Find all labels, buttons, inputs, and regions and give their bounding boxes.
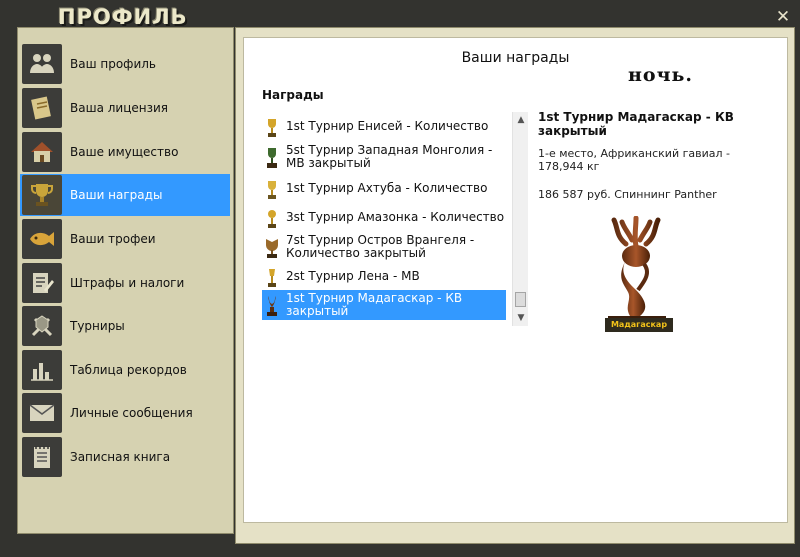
sidebar-item-label: Ваша лицензия <box>70 101 168 115</box>
chart-icon <box>22 350 62 390</box>
sidebar-item-license[interactable]: Ваша лицензия <box>20 87 230 129</box>
fish-trophy-icon <box>22 219 62 259</box>
award-text: 7st Турнир Остров Врангеля - Количество … <box>286 233 475 260</box>
gold-trophy-icon <box>264 114 280 138</box>
time-of-day-label: ночь. <box>628 64 693 86</box>
award-detail-prize: 186 587 руб. Спиннинг Panther <box>538 188 717 201</box>
profile-window: ПРОФИЛЬ ✕ Ваш профиль Ваша лицензия Ваше… <box>0 0 800 557</box>
award-image-caption: Мадагаскар <box>605 318 673 332</box>
green-trophy-icon <box>264 145 280 169</box>
award-detail: 1st Турнир Мадагаскар - КВ закрытый 1-е … <box>538 110 778 201</box>
sidebar-item-label: Ваш профиль <box>70 57 156 71</box>
license-icon <box>22 88 62 128</box>
award-text: 3st Турнир Амазонка - Количество <box>286 209 505 224</box>
award-text: 1st Турнир Енисей - Количество <box>286 118 489 133</box>
close-icon[interactable]: ✕ <box>775 9 791 26</box>
awards-panel: Ваши награды ночь. Награды 1st Турнир Ен… <box>243 37 788 523</box>
scroll-up-icon[interactable]: ▲ <box>513 112 529 128</box>
awards-list[interactable]: 1st Турнир Енисей - Количество 5st Турни… <box>262 112 524 326</box>
gold-trophy-icon <box>264 176 280 200</box>
sidebar-item-awards[interactable]: Ваши награды <box>20 174 230 216</box>
list-item[interactable]: 1st Турнир Ахтуба - Количество <box>262 176 506 200</box>
fines-icon <box>22 263 62 303</box>
sidebar-item-label: Ваши награды <box>70 188 163 202</box>
panel-title: Ваши награды <box>461 50 570 66</box>
awards-section-label: Награды <box>262 88 324 102</box>
gold-trophy-icon <box>264 264 280 288</box>
sidebar-item-records[interactable]: Таблица рекордов <box>20 349 230 391</box>
sidebar-item-fines[interactable]: Штрафы и налоги <box>20 262 230 304</box>
list-item-selected[interactable]: 1st Турнир Мадагаскар - КВ закрытый <box>262 290 506 320</box>
award-text: 5st Турнир Западная Монголия - МВ закрыт… <box>286 143 493 170</box>
awards-list-scrollbar[interactable]: ▲ ▼ <box>512 112 528 326</box>
award-detail-result: 1-е место, Африканский гавиал - 178,944 … <box>538 147 730 173</box>
house-icon <box>22 132 62 172</box>
award-detail-title: 1st Турнир Мадагаскар - КВ закрытый <box>538 110 734 138</box>
award-text: 1st Турнир Мадагаскар - КВ закрытый <box>286 291 463 318</box>
list-item[interactable]: 5st Турнир Западная Монголия - МВ закрыт… <box>262 142 506 172</box>
sidebar-item-tournaments[interactable]: Турниры <box>20 305 230 347</box>
sidebar-item-profile[interactable]: Ваш профиль <box>20 43 230 85</box>
award-text: 1st Турнир Ахтуба - Количество <box>286 180 488 195</box>
list-item[interactable]: 3st Турнир Амазонка - Количество <box>262 205 506 229</box>
list-item[interactable]: 7st Турнир Остров Врангеля - Количество … <box>262 232 506 262</box>
tournament-icon <box>22 306 62 346</box>
trophy-icon <box>22 175 62 215</box>
scroll-thumb[interactable] <box>515 292 526 307</box>
notebook-icon <box>22 437 62 477</box>
sidebar-item-notebook[interactable]: Записная книга <box>20 436 230 478</box>
sidebar-item-label: Записная книга <box>70 450 171 464</box>
sidebar-item-property[interactable]: Ваше имущество <box>20 131 230 173</box>
sidebar-item-trophies[interactable]: Ваши трофеи <box>20 218 230 260</box>
list-item[interactable]: 2st Турнир Лена - МВ <box>262 264 506 288</box>
sidebar-item-label: Ваши трофеи <box>70 232 156 246</box>
bronze-trophy-icon <box>264 235 280 259</box>
sidebar-item-label: Личные сообщения <box>70 406 193 420</box>
users-icon <box>22 44 62 84</box>
list-item[interactable]: 1st Турнир Енисей - Количество <box>262 114 506 138</box>
envelope-icon <box>22 393 62 433</box>
scroll-down-icon[interactable]: ▼ <box>513 310 529 326</box>
gold-trophy-icon <box>264 205 280 229</box>
sidebar: Ваш профиль Ваша лицензия Ваше имущество… <box>17 27 234 534</box>
sidebar-item-label: Ваше имущество <box>70 145 179 159</box>
sidebar-item-messages[interactable]: Личные сообщения <box>20 392 230 434</box>
wood-trophy-icon <box>264 293 280 317</box>
sidebar-item-label: Таблица рекордов <box>70 363 187 377</box>
sidebar-item-label: Турниры <box>70 319 125 333</box>
award-text: 2st Турнир Лена - МВ <box>286 268 420 283</box>
window-title: ПРОФИЛЬ <box>58 5 188 29</box>
sidebar-item-label: Штрафы и налоги <box>70 276 185 290</box>
